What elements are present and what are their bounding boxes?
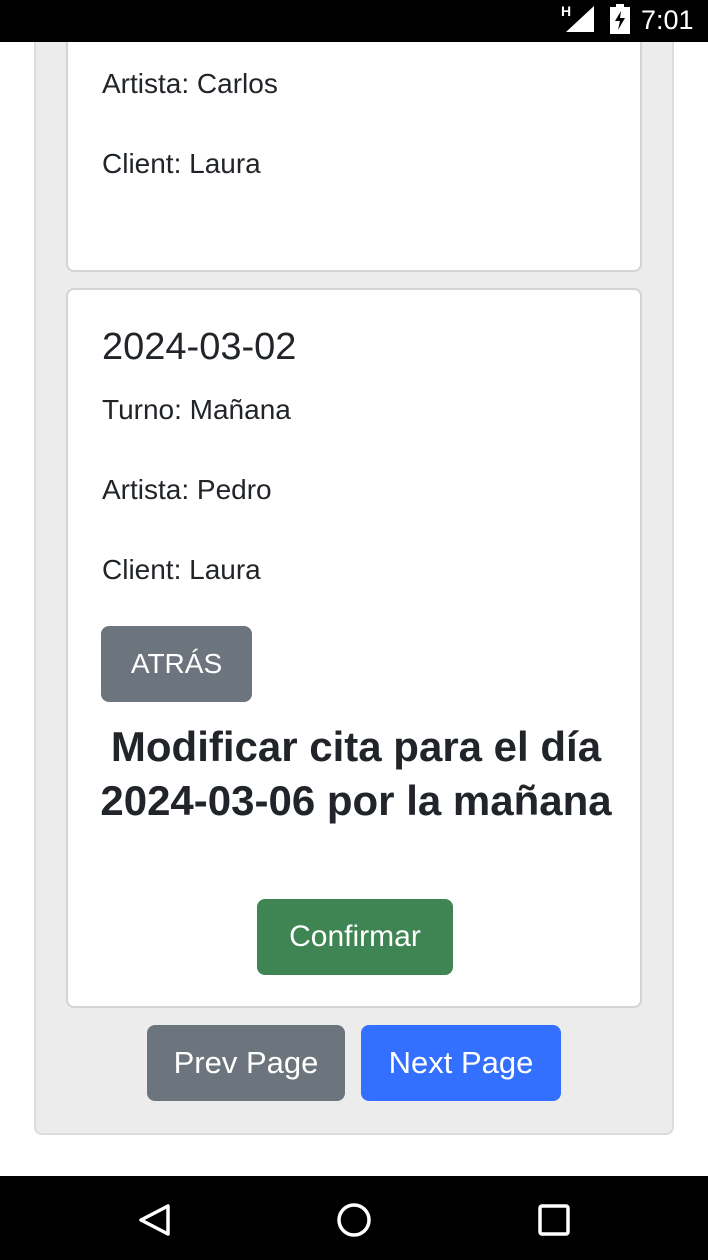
client-text: Client: Laura [102, 148, 261, 179]
home-nav-icon[interactable] [336, 1202, 372, 1238]
clock: 7:01 [641, 5, 694, 35]
back-nav-icon[interactable] [136, 1202, 172, 1238]
navigation-bar [0, 1176, 708, 1260]
prev-page-button[interactable]: Prev Page [147, 1025, 345, 1101]
battery-icon [610, 4, 630, 34]
shift-text: Turno: Mañana [102, 394, 291, 425]
appointment-card: 2024-03-02 Turno: Mañana Artista: Pedro … [66, 288, 642, 1008]
artist-text: Artista: Pedro [102, 474, 272, 505]
app-content: Artista: Carlos Client: Laura 2024-03-02… [0, 42, 708, 1176]
artist-text: Artista: Carlos [102, 68, 278, 99]
recents-nav-icon[interactable] [536, 1202, 572, 1238]
appointment-card: Artista: Carlos Client: Laura [66, 42, 642, 272]
back-button[interactable]: ATRÁS [101, 626, 252, 702]
next-page-button[interactable]: Next Page [361, 1025, 561, 1101]
status-bar: H 7:01 [0, 0, 708, 42]
confirm-button[interactable]: Confirmar [257, 899, 453, 975]
signal-icon [566, 6, 594, 32]
appointment-date: 2024-03-02 [102, 326, 297, 368]
modify-heading: Modificar cita para el día 2024-03-06 po… [100, 723, 612, 824]
client-text: Client: Laura [102, 554, 261, 585]
